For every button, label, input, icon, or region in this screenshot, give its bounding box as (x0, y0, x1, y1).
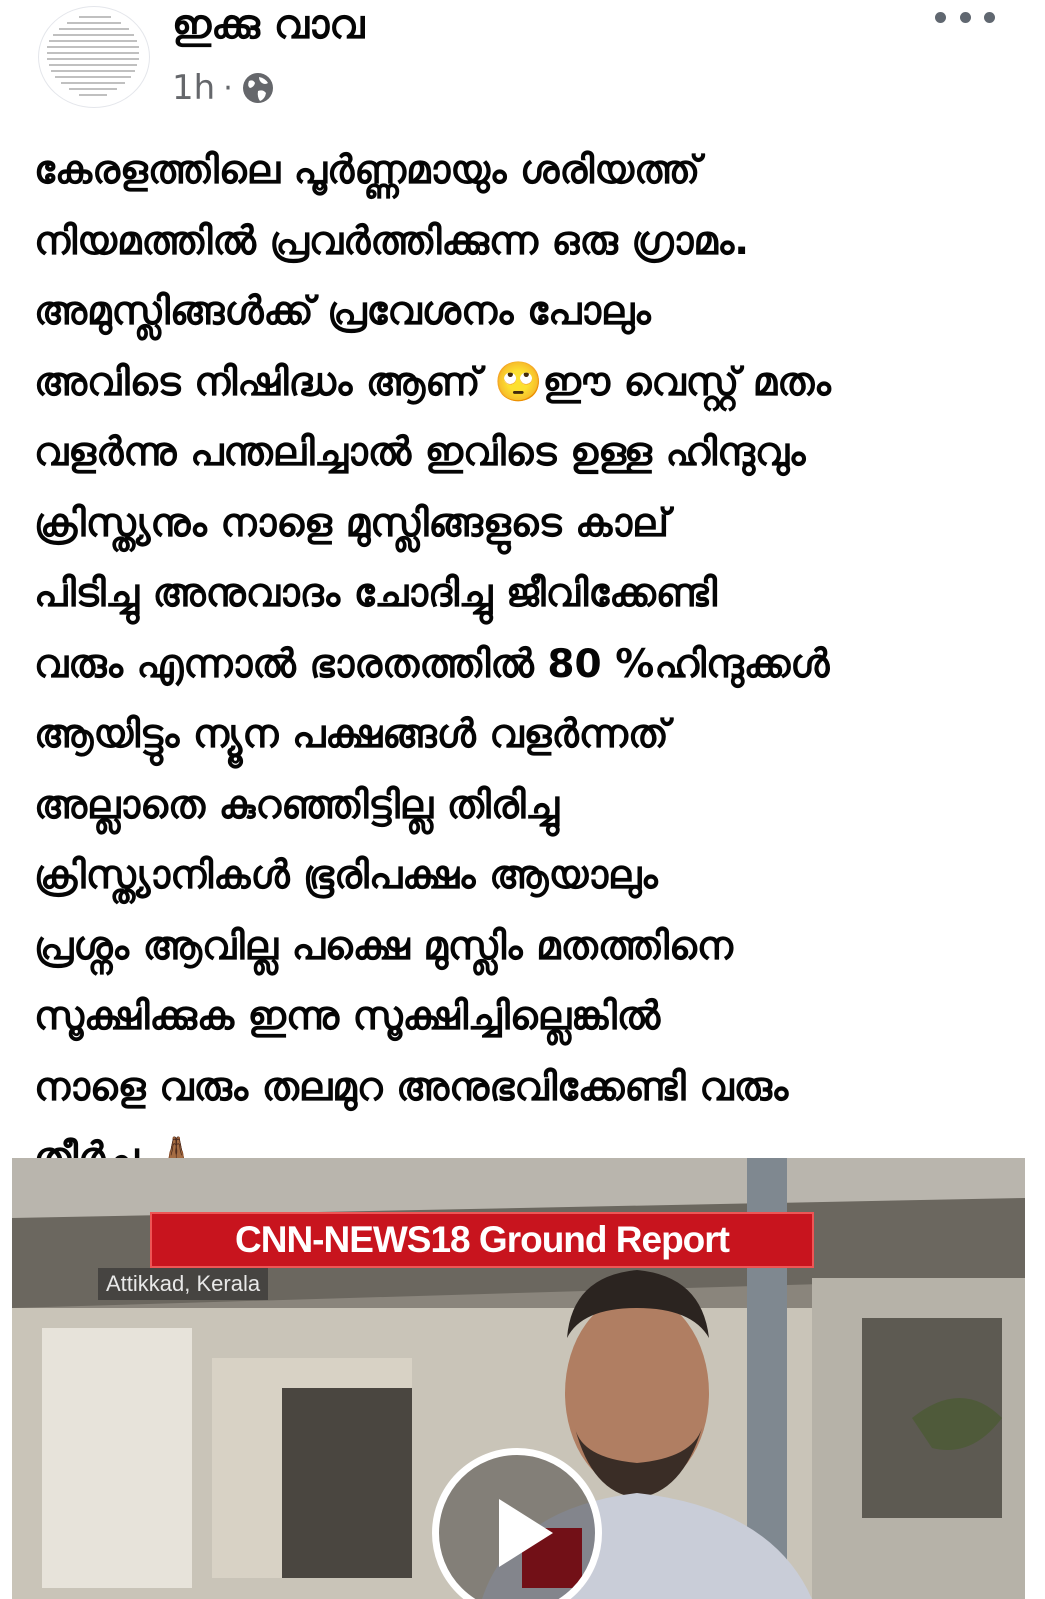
post-line: നാളെ വരും തലമുറ അനുഭവിക്കേണ്ടി വരും (34, 1064, 789, 1110)
post-line: അമുസ്ലിങ്ങൾക്ക് പ്രവേശനം പോലും (34, 289, 651, 334)
play-icon (499, 1499, 553, 1567)
news-banner: CNN-NEWS18 Ground Report (150, 1212, 814, 1268)
post-line: ക്രിസ്ത്യനും നാളെ മുസ്ലിങ്ങളുടെ കാല് (34, 500, 669, 546)
post-line: കേരളത്തിലെ പൂർണ്ണമായും ശരിയത്ത് (34, 148, 701, 193)
post-meta: 1h · (172, 66, 275, 110)
more-dots-icon[interactable] (935, 0, 995, 34)
post-line: സൂക്ഷിക്കുക ഇന്നു സൂക്ഷിച്ചില്ലെങ്കിൽ (34, 994, 661, 1039)
video-player[interactable]: CNN-NEWS18 Ground Report Attikkad, Keral… (12, 1158, 1025, 1599)
dot (935, 11, 946, 23)
post-time[interactable]: 1h (172, 68, 215, 108)
post-line: അല്ലാതെ കുറഞ്ഞിട്ടില്ല തിരിച്ചു (34, 782, 559, 828)
dot (959, 11, 971, 23)
post-line: നിയമത്തിൽ പ്രവർത്തിക്കുന്ന ഒരു ഗ്രാമം. (34, 218, 750, 264)
dot (984, 11, 995, 23)
post-line: പിടിച്ചു അനുവാദം ചോദിച്ചു ജീവിക്കേണ്ടി (34, 571, 718, 616)
post-header: ഇക്കു വാവ 1h · (0, 0, 1045, 120)
location-tag: Attikkad, Kerala (98, 1268, 269, 1300)
author-avatar[interactable] (38, 6, 150, 108)
author-name[interactable]: ഇക്കു വാവ (172, 2, 364, 48)
post-line: വരും എന്നാൽ ഭാരതത്തിൽ 80 %ഹിന്ദുക്കൾ (34, 641, 830, 687)
post-line: പ്രശ്നം ആവില്ല പക്ഷെ മുസ്ലിം മതത്തിനെ (34, 923, 733, 969)
post-text: കേരളത്തിലെ പൂർണ്ണമായും ശരിയത്ത് നിയമത്തി… (34, 136, 1019, 1194)
post-line: അവിടെ നിഷിദ്ധം ആണ് 🙄ഈ വെസ്റ്റ് മതം (34, 359, 831, 405)
post-line: വളർന്നു പന്തലിച്ചാൽ ഇവിടെ ഉള്ള ഹിന്ദുവും (34, 430, 806, 475)
globe-icon (242, 73, 273, 103)
post-line: ക്രിസ്ത്യാനികൾ ഭൂരിപക്ഷം ആയാലും (34, 853, 658, 898)
post-line: ആയിട്ടും ന്യൂന പക്ഷങ്ങൾ വളർന്നത് (34, 712, 669, 757)
avatar-text-image (46, 9, 142, 105)
meta-separator: · (223, 70, 233, 106)
